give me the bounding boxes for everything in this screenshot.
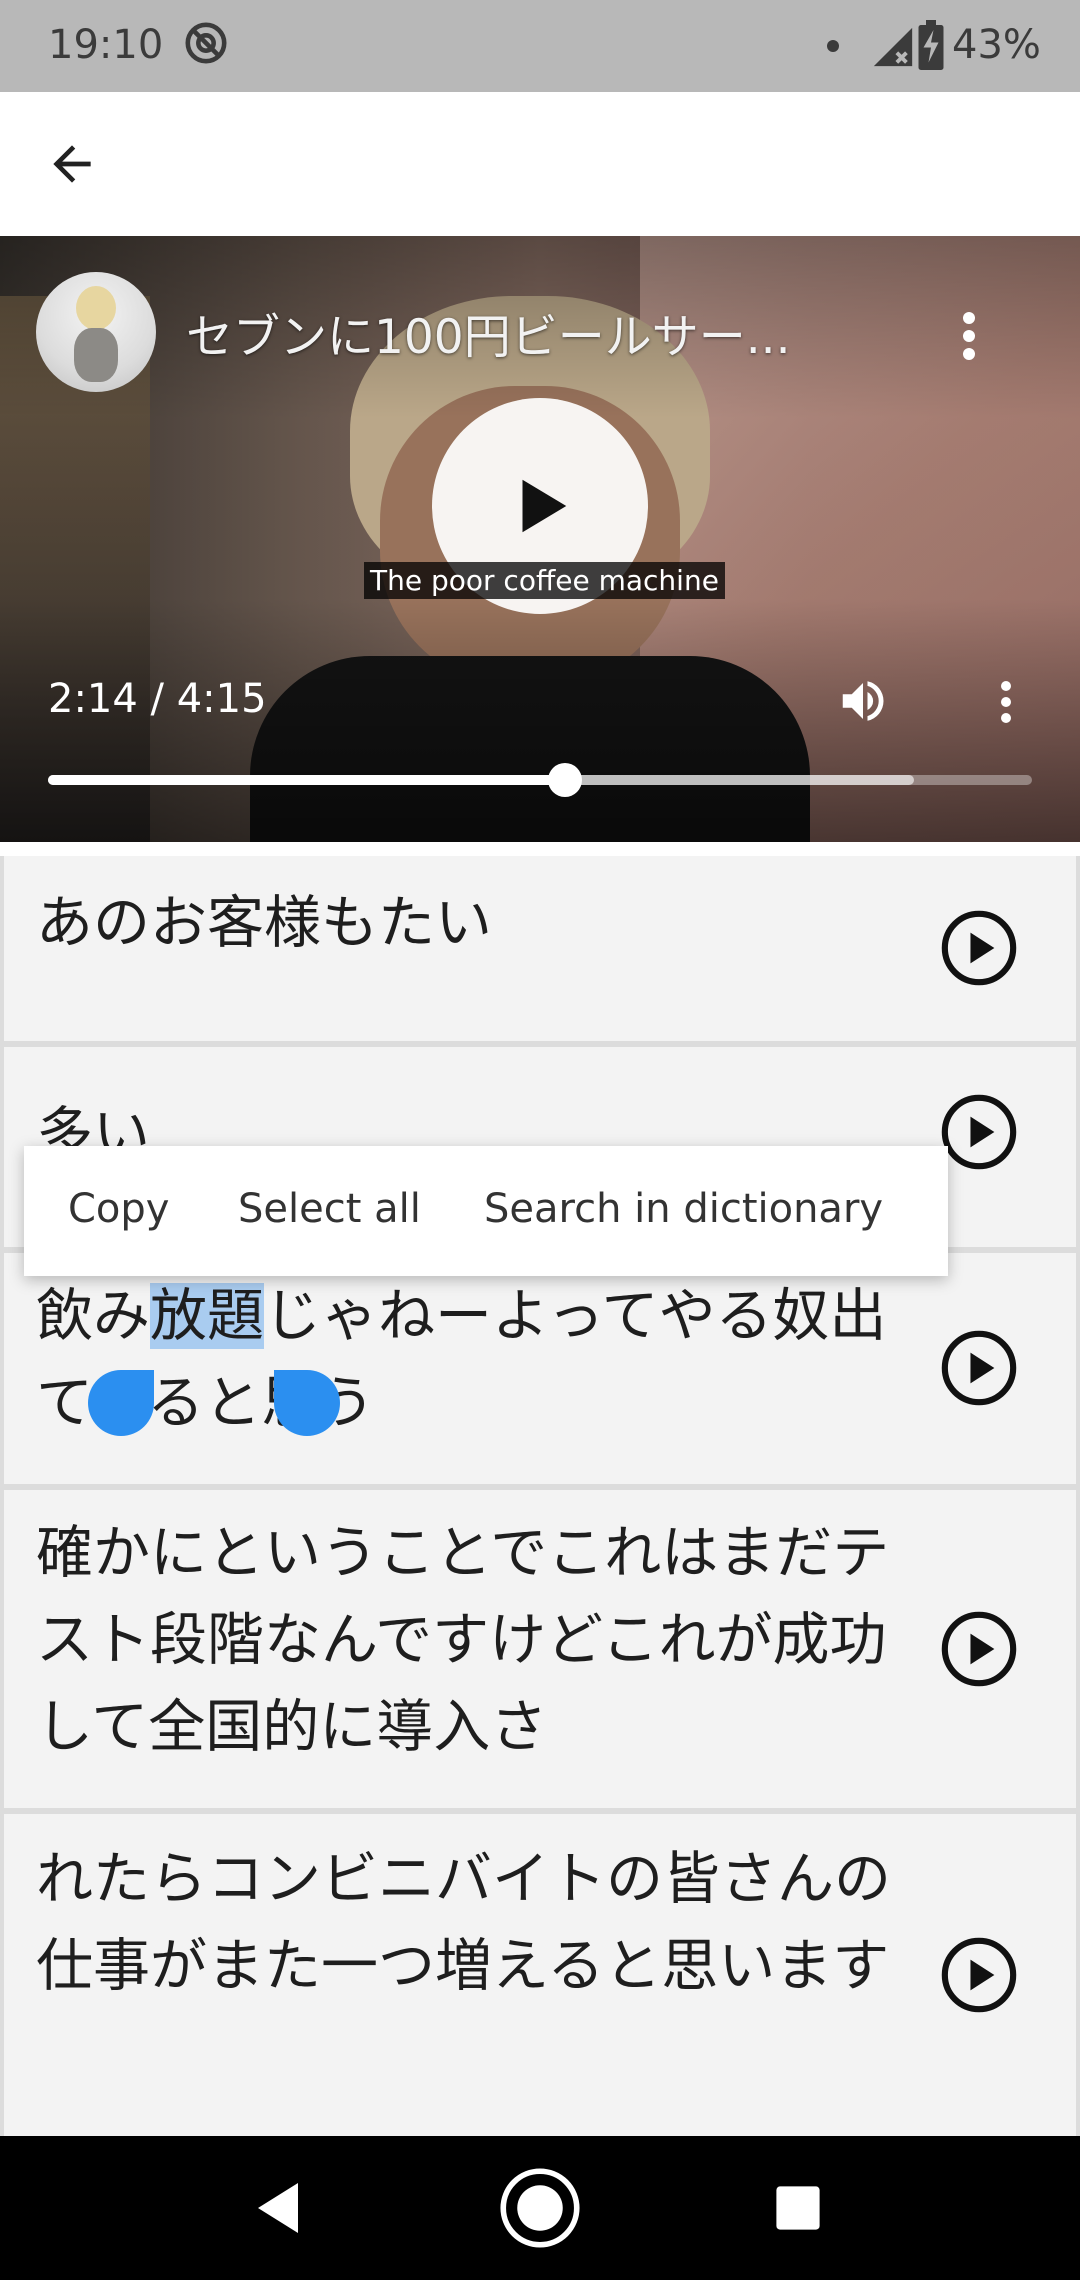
arrow-left-icon xyxy=(53,145,91,183)
list-item[interactable]: あのお客様もたい xyxy=(4,856,1076,1041)
list-item[interactable]: 確かにということでこれはまだテスト段階なんですけどこれが成功して全国的に導入さ xyxy=(4,1490,1076,1808)
copy-menu-item[interactable]: Copy xyxy=(68,1186,169,1232)
selection-end-handle[interactable] xyxy=(274,1370,340,1436)
battery-percent: 43% xyxy=(952,22,1041,68)
subtitle-text[interactable]: れたらコンビニバイトの皆さんの仕事がまた一つ増えると思います xyxy=(36,1836,896,2010)
selected-text[interactable]: 放題 xyxy=(150,1283,264,1349)
nav-recents-button[interactable] xyxy=(756,2166,840,2250)
seek-bar-played xyxy=(48,775,565,785)
selection-start-handle[interactable] xyxy=(88,1370,154,1436)
video-player[interactable]: セブンに100円ビールサー... The poor coffee machine… xyxy=(0,236,1080,842)
play-line-button[interactable] xyxy=(938,1091,1020,1173)
play-circle-icon xyxy=(941,1330,1017,1406)
video-time: 2:14 / 4:15 xyxy=(48,676,267,722)
more-vert-icon xyxy=(1001,681,1011,723)
play-icon xyxy=(522,479,567,533)
subtitle-text[interactable]: 飲み放題じゃねーよってやる奴出てくると思う xyxy=(36,1273,896,1447)
play-circle-icon xyxy=(941,910,1017,986)
seek-bar[interactable] xyxy=(48,763,1032,797)
video-more-button[interactable] xyxy=(944,296,994,376)
home-circle-icon xyxy=(500,2168,580,2248)
play-line-button[interactable] xyxy=(938,1934,1020,2016)
text-selection-menu: Copy Select all Search in dictionary xyxy=(24,1146,948,1276)
navigation-bar xyxy=(0,2136,1080,2280)
seek-bar-thumb[interactable] xyxy=(547,763,582,797)
play-line-button[interactable] xyxy=(938,1608,1020,1690)
search-dictionary-menu-item[interactable]: Search in dictionary xyxy=(484,1186,883,1232)
play-line-button[interactable] xyxy=(938,1327,1020,1409)
signal-icon xyxy=(873,27,913,67)
list-item[interactable]: れたらコンビニバイトの皆さんの仕事がまた一つ増えると思います xyxy=(4,1814,1076,2136)
subtitle-text-before-selection: 飲み xyxy=(36,1283,150,1349)
subtitle-text[interactable]: あのお客様もたい xyxy=(36,880,896,967)
play-circle-icon xyxy=(941,1094,1017,1170)
channel-avatar[interactable] xyxy=(36,272,156,392)
play-circle-icon xyxy=(941,1937,1017,2013)
battery-charging-icon xyxy=(918,20,944,70)
play-line-button[interactable] xyxy=(938,907,1020,989)
volume-button[interactable] xyxy=(834,672,892,730)
status-bar: 19:10 43% xyxy=(0,0,1080,92)
video-title[interactable]: セブンに100円ビールサー... xyxy=(186,298,791,367)
notification-dot-icon xyxy=(827,40,839,52)
back-button[interactable] xyxy=(30,122,114,206)
list-item[interactable]: 飲み放題じゃねーよってやる奴出てくると思う xyxy=(4,1253,1076,1484)
nav-back-button[interactable] xyxy=(236,2166,320,2250)
status-time: 19:10 xyxy=(48,22,164,68)
subtitle-text[interactable]: 確かにということでこれはまだテスト段階なんですけどこれが成功して全国的に導入さ xyxy=(36,1510,896,1771)
video-caption: The poor coffee machine xyxy=(364,562,725,599)
subtitle-list[interactable]: あのお客様もたい 多い 飲み放題じゃねーよってやる奴出てくると思う 確かにという… xyxy=(0,856,1080,2136)
nav-home-button[interactable] xyxy=(498,2166,582,2250)
more-vert-icon xyxy=(963,312,975,360)
play-circle-icon xyxy=(941,1611,1017,1687)
at-sign-icon xyxy=(185,22,227,64)
triangle-back-icon xyxy=(258,2183,298,2233)
app-bar xyxy=(0,92,1080,236)
square-recents-icon xyxy=(776,2186,820,2230)
player-options-button[interactable] xyxy=(984,672,1028,732)
volume-icon xyxy=(842,681,884,721)
select-all-menu-item[interactable]: Select all xyxy=(238,1186,421,1232)
